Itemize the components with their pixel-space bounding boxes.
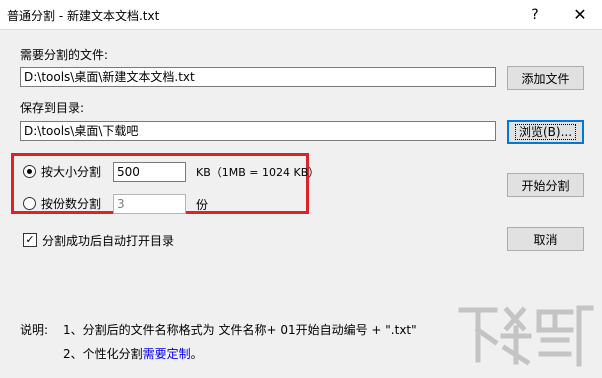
split-by-count-radio[interactable] [23, 197, 36, 210]
auto-open-label: 分割成功后自动打开目录 [42, 234, 175, 248]
notes-title: 说明: [20, 323, 49, 337]
close-button[interactable]: ✕ [560, 0, 600, 29]
size-unit-label: KB（1MB = 1024 KB） [196, 166, 320, 179]
split-by-size-radio[interactable] [23, 165, 36, 178]
source-file-label: 需要分割的文件: [20, 48, 109, 62]
source-file-field[interactable]: D:\tools\桌面\新建文本文档.txt [20, 67, 496, 87]
watermark-logo [458, 305, 594, 367]
notes-line-2: 2、个性化分割需要定制。 [63, 345, 203, 362]
start-split-button-label: 开始分割 [521, 178, 570, 193]
start-split-button[interactable]: 开始分割 [507, 173, 584, 197]
help-icon: ? [531, 6, 539, 23]
close-icon: ✕ [573, 5, 587, 24]
split-by-count-label: 按份数分割 [41, 197, 102, 211]
browse-button[interactable]: 浏览(B)... [507, 120, 584, 144]
checkmark-icon: ✓ [25, 233, 35, 246]
add-file-button[interactable]: 添加文件 [507, 66, 584, 90]
auto-open-checkbox[interactable]: ✓ [23, 233, 37, 247]
size-input[interactable]: 500 [113, 162, 186, 182]
cancel-button[interactable]: 取消 [507, 227, 584, 251]
save-dir-label: 保存到目录: [20, 101, 85, 115]
window-title: 普通分割 - 新建文本文档.txt [7, 9, 160, 23]
custom-order-link[interactable]: 需要定制 [143, 347, 191, 361]
add-file-button-label: 添加文件 [521, 71, 570, 86]
notes-line-1: 1、分割后的文件名称格式为 文件名称+ 01开始自动编号 + ".txt" [63, 323, 417, 337]
count-unit-label: 份 [196, 198, 209, 212]
help-button[interactable]: ? [515, 0, 555, 29]
radio-selected-dot [27, 169, 32, 174]
save-dir-field[interactable]: D:\tools\桌面\下载吧 [20, 121, 496, 141]
notes-line-2-end: 。 [190, 347, 203, 361]
notes-line-2-text: 2、个性化分割 [63, 347, 143, 361]
browse-button-label: 浏览(B)... [514, 124, 577, 140]
cancel-button-label: 取消 [533, 232, 558, 247]
split-by-size-label: 按大小分割 [41, 165, 102, 179]
count-input[interactable]: 3 [113, 194, 186, 214]
title-bar: 普通分割 - 新建文本文档.txt ? ✕ [0, 0, 602, 30]
